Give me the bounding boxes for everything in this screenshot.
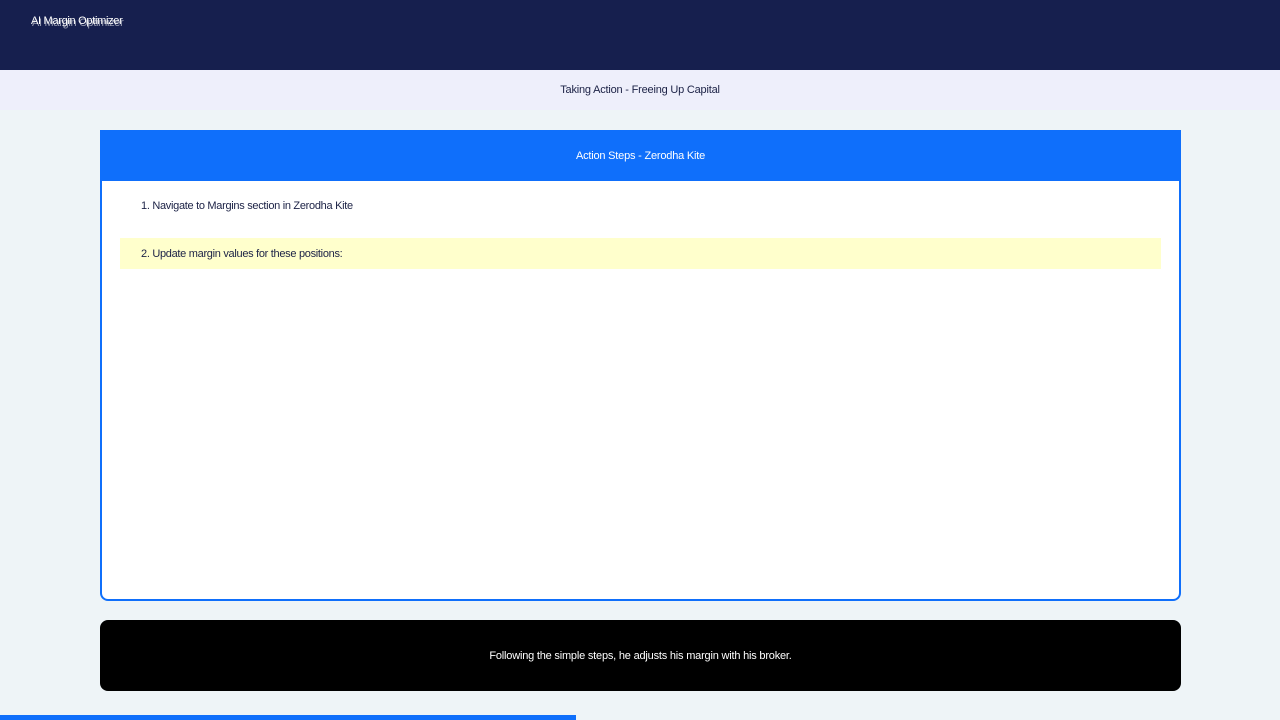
card-header: Action Steps - Zerodha Kite [102, 130, 1179, 181]
top-bar: AI Margin Optimizer [0, 0, 1280, 70]
step-item: 1. Navigate to Margins section in Zerodh… [141, 199, 353, 212]
caption-text: Following the simple steps, he adjusts h… [489, 649, 792, 662]
section-header: Taking Action - Freeing Up Capital [0, 70, 1280, 110]
step-item-highlighted: 2. Update margin values for these positi… [120, 238, 1161, 269]
section-title: Taking Action - Freeing Up Capital [560, 84, 720, 96]
progress-bar [0, 715, 1280, 720]
action-steps-card: Action Steps - Zerodha Kite 1. Navigate … [100, 130, 1181, 601]
caption-box: Following the simple steps, he adjusts h… [100, 620, 1181, 691]
app-title: AI Margin Optimizer [31, 15, 123, 27]
card-title: Action Steps - Zerodha Kite [575, 149, 706, 162]
progress-fill [0, 715, 576, 720]
